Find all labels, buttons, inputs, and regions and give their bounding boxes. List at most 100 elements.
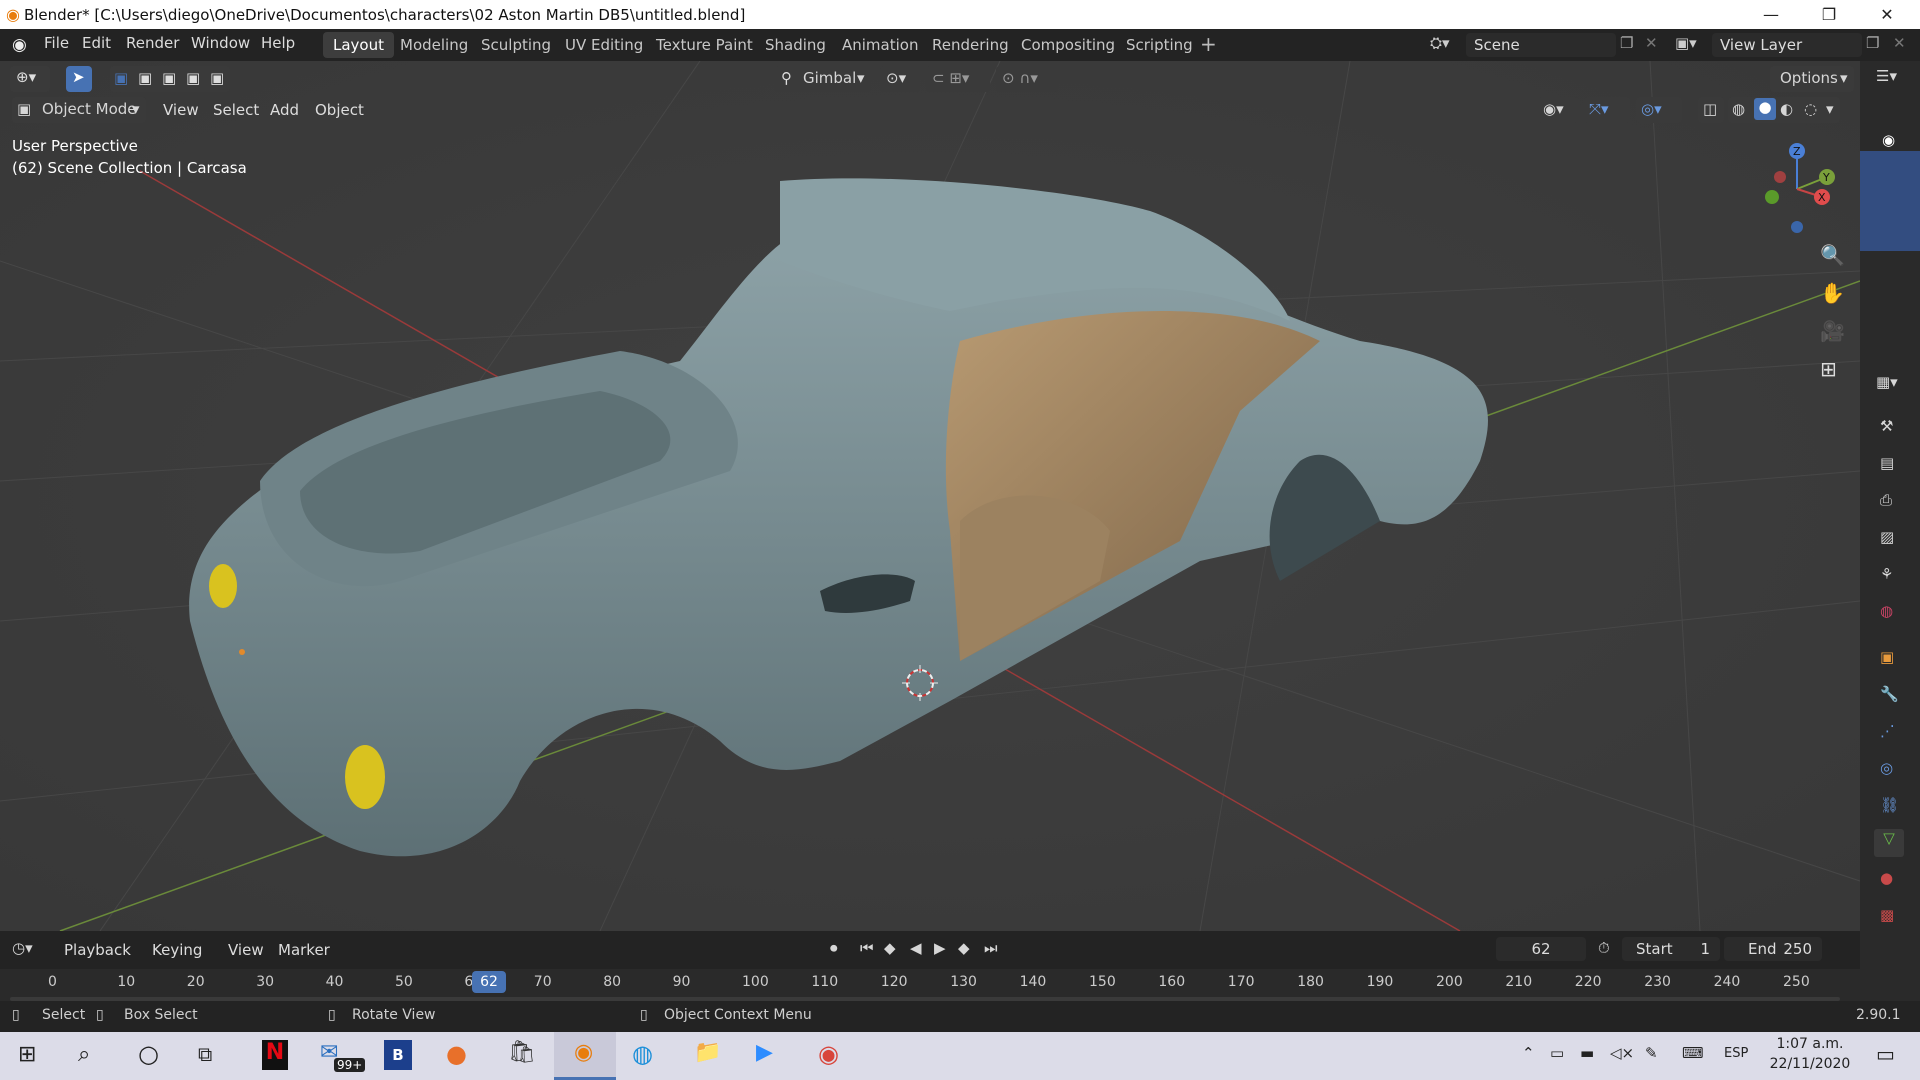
prev-keyframe-icon[interactable]: ◆	[884, 939, 896, 957]
gizmo-neg-y-handle[interactable]	[1765, 190, 1779, 204]
zoom-icon[interactable]: 🔍	[1820, 243, 1845, 267]
menu-edit[interactable]: Edit	[82, 34, 111, 52]
outliner-selected-rows[interactable]	[1860, 151, 1920, 251]
new-view-layer-icon[interactable]: ❐	[1866, 34, 1879, 52]
physics-properties-icon[interactable]: ◎	[1880, 759, 1893, 777]
pivot-dropdown[interactable]: ⊙▾	[880, 66, 920, 92]
scene-properties-icon[interactable]: ⚘	[1880, 565, 1893, 583]
view-layer-properties-icon[interactable]: ▨	[1880, 528, 1894, 546]
mesh-data-properties-icon[interactable]: ▽	[1874, 829, 1904, 857]
viewport-menu-add[interactable]: Add	[262, 97, 307, 123]
camera-view-icon[interactable]: 🎥	[1820, 319, 1845, 343]
snap-group[interactable]: ⊂ ⊞▾	[926, 66, 990, 92]
tab-shading[interactable]: Shading	[755, 32, 836, 58]
jump-start-icon[interactable]: ⏮	[860, 939, 874, 957]
timeline-menu-marker[interactable]: Marker	[270, 937, 338, 963]
timeline-menu-view[interactable]: View	[220, 937, 272, 963]
texture-properties-icon[interactable]: ▩	[1880, 906, 1894, 924]
visibility-eye-icon[interactable]: ◉	[1882, 131, 1895, 149]
search-icon[interactable]: ⌕	[78, 1042, 90, 1067]
gizmo-neg-z-handle[interactable]	[1791, 221, 1803, 233]
particles-properties-icon[interactable]: ⋰	[1880, 722, 1895, 740]
timeline-menu-playback[interactable]: Playback	[56, 937, 139, 963]
orientation-dropdown[interactable]: ⚲ Gimbal ▾	[775, 66, 871, 92]
next-keyframe-icon[interactable]: ◆	[958, 939, 970, 957]
battery-icon[interactable]: ▬	[1580, 1044, 1594, 1062]
language-indicator[interactable]: ESP	[1724, 1046, 1748, 1061]
render-properties-icon[interactable]: ▤	[1880, 454, 1894, 472]
editor-type-button[interactable]: ⊕▾	[10, 66, 50, 92]
visibility-dropdown[interactable]: ◉▾	[1538, 97, 1578, 123]
netflix-icon[interactable]: N	[262, 1040, 288, 1070]
store-icon[interactable]: 🛍	[508, 1040, 536, 1065]
output-properties-icon[interactable]: ⎙	[1880, 491, 1892, 509]
file-explorer-icon[interactable]: 📁	[694, 1040, 721, 1065]
tab-compositing[interactable]: Compositing	[1011, 32, 1125, 58]
tab-scripting[interactable]: Scripting	[1116, 32, 1203, 58]
world-properties-icon[interactable]: ◍	[1880, 602, 1893, 620]
menu-render[interactable]: Render	[126, 34, 179, 52]
solid-shading-icon[interactable]: ●	[1754, 98, 1776, 120]
windows-start-icon[interactable]: ⊞	[18, 1042, 36, 1067]
constraints-properties-icon[interactable]: ⛓	[1880, 796, 1899, 814]
tab-texture-paint[interactable]: Texture Paint	[646, 32, 763, 58]
chevron-down-icon[interactable]: ▾	[1826, 100, 1834, 118]
scene-field[interactable]: Scene	[1466, 33, 1616, 57]
start-frame-field[interactable]: Start 1	[1622, 937, 1720, 961]
outliner-filter-icon[interactable]: ☰▾	[1876, 67, 1897, 85]
proportional-edit-group[interactable]: ⊙ ∩▾	[996, 66, 1058, 92]
scene-browse-icon[interactable]: ⛭▾	[1430, 34, 1450, 52]
select-tool-button[interactable]: ➤	[66, 66, 92, 92]
xray-toggle[interactable]: ◫	[1698, 97, 1724, 123]
select-new-icon[interactable]: ▣	[114, 69, 128, 87]
view-layer-field[interactable]: View Layer	[1712, 33, 1862, 57]
edge-icon[interactable]: ◍	[632, 1040, 653, 1068]
gizmo-toggle[interactable]: ⤧▾	[1584, 97, 1630, 123]
pen-icon[interactable]: ✎	[1645, 1044, 1658, 1062]
options-dropdown[interactable]: Options ▾	[1770, 66, 1854, 92]
navigation-gizmo[interactable]: Z Y X	[1750, 137, 1840, 237]
tab-rendering[interactable]: Rendering	[922, 32, 1019, 58]
view-layer-browse-icon[interactable]: ▣▾	[1675, 34, 1697, 52]
overlay-toggle[interactable]: ◎▾	[1636, 97, 1682, 123]
remove-view-layer-icon[interactable]: ✕	[1893, 34, 1906, 52]
add-workspace-icon[interactable]: +	[1200, 32, 1217, 56]
end-frame-field[interactable]: End 250	[1724, 937, 1822, 961]
clock-time[interactable]: 1:07 a.m.	[1770, 1036, 1850, 1052]
gizmo-neg-x-handle[interactable]	[1774, 171, 1786, 183]
close-button[interactable]: ✕	[1858, 0, 1916, 29]
ortho-grid-icon[interactable]: ⊞	[1820, 357, 1837, 381]
wireframe-shading-icon[interactable]: ◍	[1732, 100, 1745, 118]
material-shading-icon[interactable]: ◐	[1780, 100, 1793, 118]
firefox-icon[interactable]: ●	[446, 1040, 467, 1068]
minimize-button[interactable]: —	[1742, 0, 1800, 29]
select-subtract-icon[interactable]: ▣	[162, 69, 176, 87]
modifier-properties-icon[interactable]: 🔧	[1880, 685, 1899, 703]
object-mode-dropdown[interactable]: ▣ Object Mode ▾	[12, 97, 146, 123]
menu-help[interactable]: Help	[261, 34, 295, 52]
timeline-editor-type-icon[interactable]: ◷▾	[12, 939, 33, 957]
selection-mode-group[interactable]: ▣ ▣ ▣ ▣ ▣	[110, 66, 230, 92]
viewport-menu-select[interactable]: Select	[205, 97, 267, 123]
blender-menu-icon[interactable]: ◉	[12, 35, 27, 55]
menu-window[interactable]: Window	[191, 34, 250, 52]
pan-hand-icon[interactable]: ✋	[1820, 281, 1845, 305]
playhead[interactable]: 62	[472, 971, 506, 993]
cortana-icon[interactable]: ○	[138, 1040, 159, 1068]
chrome-icon[interactable]: ◉	[818, 1040, 839, 1068]
zoom-app-icon[interactable]: ▶	[756, 1040, 773, 1065]
play-icon[interactable]: ▶	[934, 939, 946, 957]
play-reverse-icon[interactable]: ◀	[910, 939, 922, 957]
select-extend-icon[interactable]: ▣	[138, 69, 152, 87]
clock-date[interactable]: 22/11/2020	[1762, 1056, 1858, 1072]
shading-modes[interactable]: ◍ ● ◐ ◌ ▾	[1728, 97, 1840, 123]
timeline-ruler[interactable]: 0 10 20 30 40 50 6 70 80 90 100 110 120 130 140 150 160 1…	[0, 969, 1860, 1001]
tab-uv-editing[interactable]: UV Editing	[555, 32, 653, 58]
select-invert-icon[interactable]: ▣	[186, 69, 200, 87]
volume-muted-icon[interactable]: ◁×	[1610, 1044, 1634, 1062]
viewport-menu-view[interactable]: View	[155, 97, 207, 123]
tab-animation[interactable]: Animation	[832, 32, 928, 58]
current-frame-field[interactable]: 62	[1496, 937, 1586, 961]
properties-editor-icon[interactable]: ▦▾	[1876, 373, 1898, 391]
restore-button[interactable]: ❐	[1800, 0, 1858, 29]
